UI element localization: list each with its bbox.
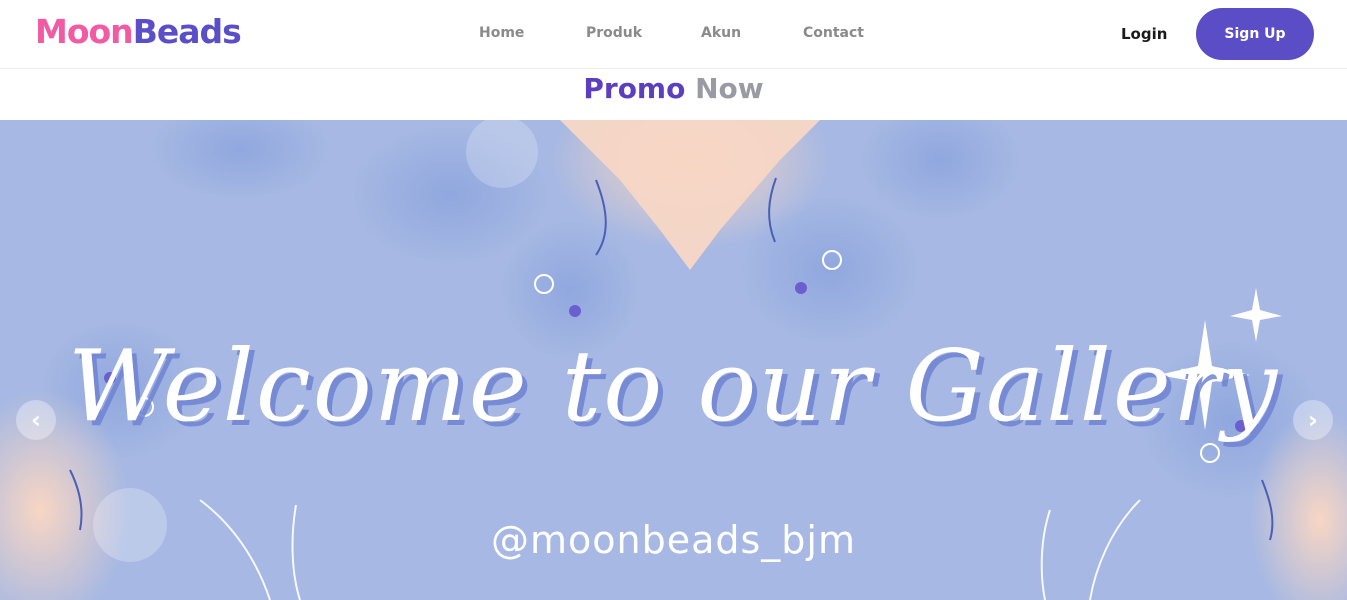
carousel-next-button[interactable]: › [1293,400,1333,440]
banner-handle: @moonbeads_bjm [491,518,856,562]
nav-link-home[interactable]: Home [479,25,524,41]
navbar: MoonBeads Home Produk Akun Contact Login… [0,0,1347,69]
promo-carousel: Welcome to our Gallery @moonbeads_bjm ‹ … [0,120,1347,600]
nav-link-produk[interactable]: Produk [586,25,642,41]
login-link[interactable]: Login [1121,25,1167,43]
brand-logo-part2: Beads [132,12,242,51]
chevron-right-icon: › [1308,406,1318,434]
banner-title: Welcome to our Gallery [67,330,1280,444]
promo-word-1: Promo [583,72,686,105]
brand-logo-part1: Moon [35,12,134,51]
promo-word-2: Now [695,72,764,105]
signup-button[interactable]: Sign Up [1196,8,1314,60]
nav-link-akun[interactable]: Akun [701,25,741,41]
promo-heading: Promo Now [0,72,1347,105]
carousel-prev-button[interactable]: ‹ [16,400,56,440]
chevron-left-icon: ‹ [31,406,41,434]
nav-link-contact[interactable]: Contact [803,25,864,41]
brand-logo[interactable]: MoonBeads [35,12,242,51]
